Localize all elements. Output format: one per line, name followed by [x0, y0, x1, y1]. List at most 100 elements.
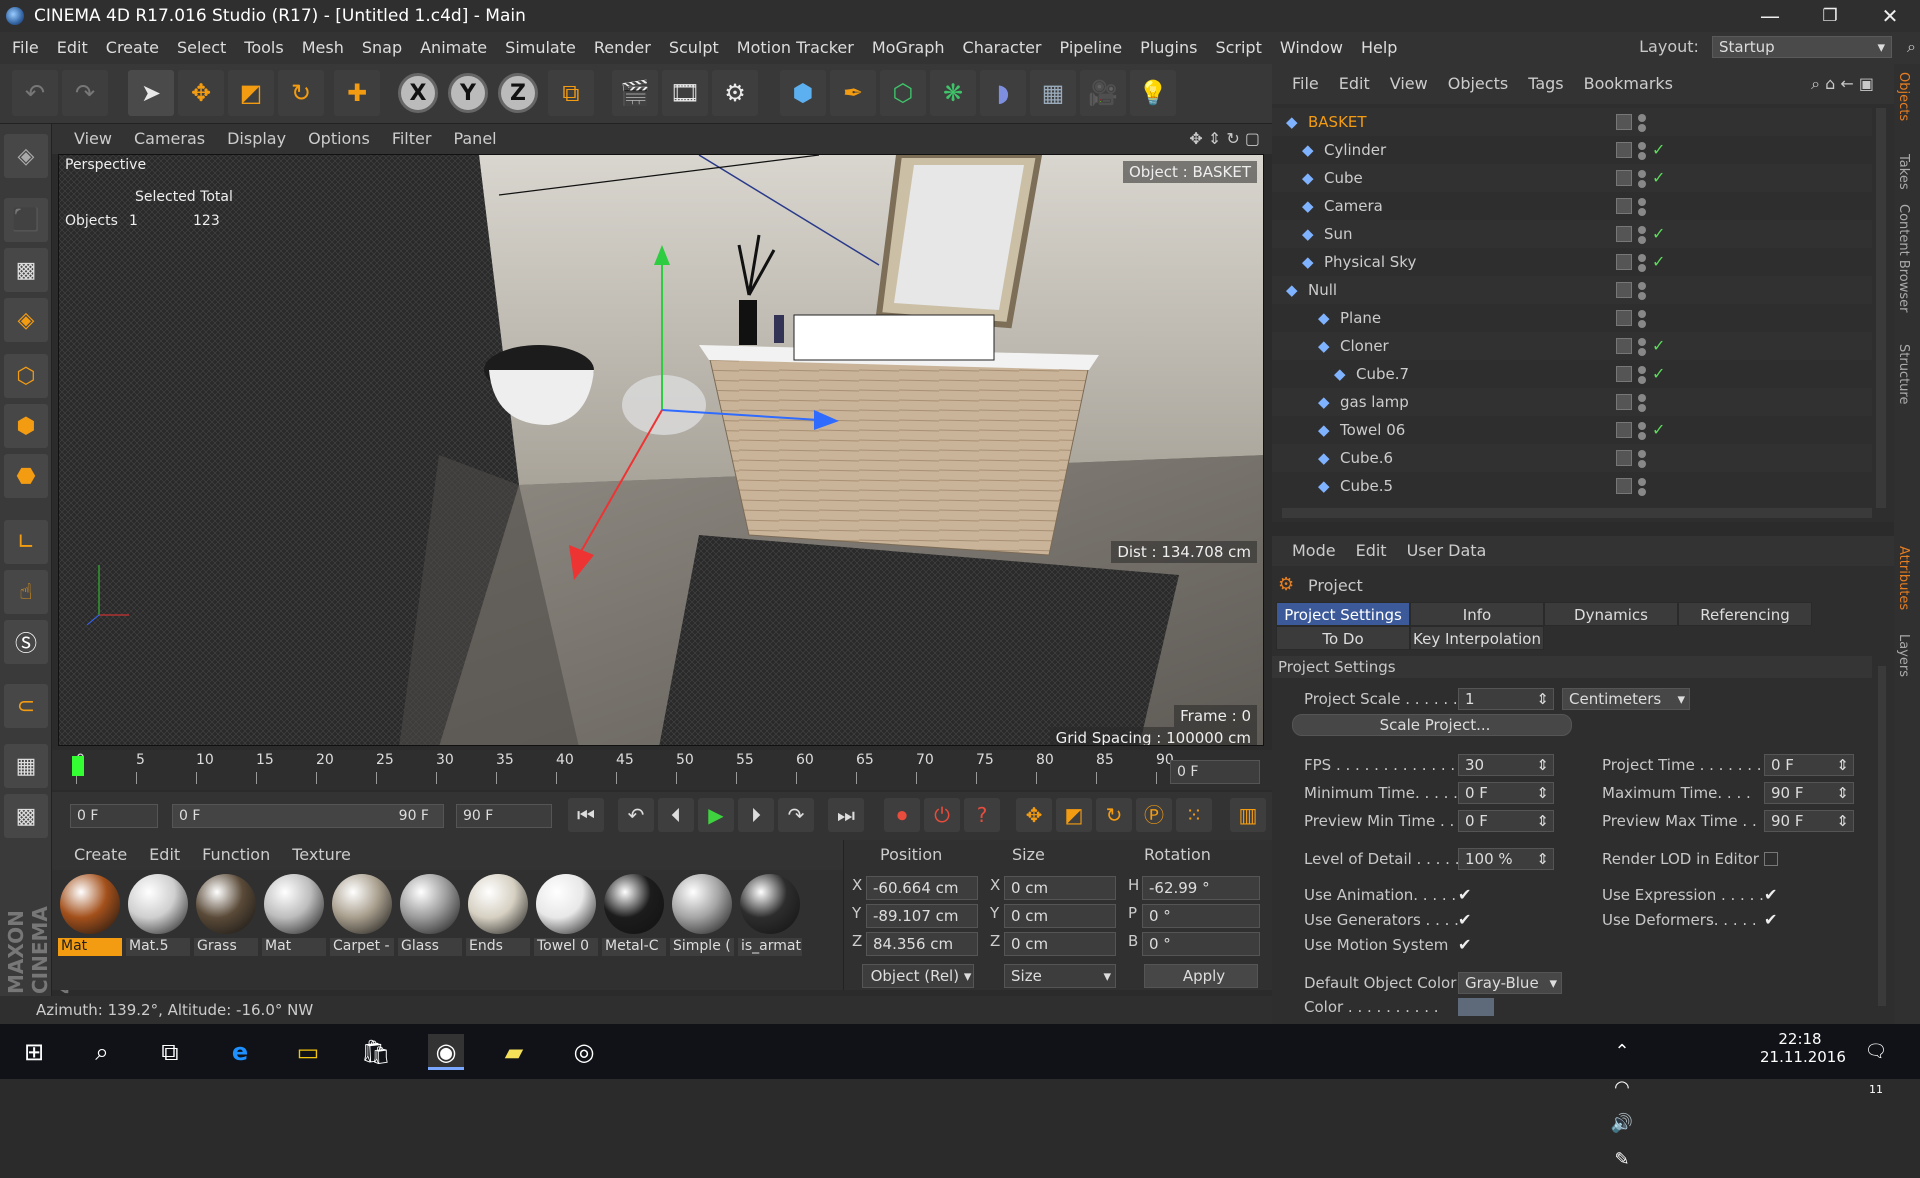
editor-visibility-dot[interactable]	[1638, 450, 1646, 458]
unit-dropdown[interactable]: Centimeters ▾	[1562, 688, 1690, 710]
layer-checkbox[interactable]	[1616, 198, 1632, 214]
render-visibility-dot[interactable]	[1638, 376, 1646, 384]
key-scale-icon[interactable]: ◩	[1056, 798, 1092, 832]
cube-primitive-icon[interactable]: ⬢	[780, 70, 826, 116]
viewport-nav-icons[interactable]: ✥ ⇕ ↻ ▢	[1189, 124, 1260, 154]
tab-info[interactable]: Info	[1410, 602, 1544, 626]
material-swatch[interactable]: Simple (	[670, 872, 734, 956]
size-field[interactable]: 0 cm	[1004, 904, 1116, 928]
undo-icon[interactable]: ↶	[12, 70, 58, 116]
use-deformers-checkbox[interactable]: ✔	[1764, 912, 1780, 928]
autokeying-icon[interactable]: ⏻	[924, 798, 960, 832]
go-to-start-icon[interactable]: ⏮	[568, 798, 604, 832]
object-manager-nav-icons[interactable]: ⌕ ⌂ ← ▣	[1811, 64, 1874, 104]
edges-mode-icon[interactable]: ⬢	[4, 404, 48, 448]
viewport-menu-filter[interactable]: Filter	[392, 129, 432, 148]
obj-menu-file[interactable]: File	[1292, 74, 1319, 93]
editor-visibility-dot[interactable]	[1638, 366, 1646, 374]
attribute-scrollbar[interactable]	[1878, 666, 1886, 1006]
pen-spline-icon[interactable]: ✒	[830, 70, 876, 116]
editor-visibility-dot[interactable]	[1638, 282, 1646, 290]
fps-field[interactable]: 30 ⇕	[1458, 754, 1554, 776]
project-time-field[interactable]: 0 F ⇕	[1764, 754, 1854, 776]
obj-menu-view[interactable]: View	[1390, 74, 1428, 93]
menu-select[interactable]: Select	[177, 38, 226, 57]
material-menu-edit[interactable]: Edit	[149, 845, 180, 864]
search-icon[interactable]: ⌕	[1907, 36, 1916, 58]
render-visibility-dot[interactable]	[1638, 292, 1646, 300]
object-name[interactable]: Physical Sky	[1324, 248, 1416, 276]
menu-script[interactable]: Script	[1215, 38, 1261, 57]
use-expression-checkbox[interactable]: ✔	[1764, 887, 1780, 903]
render-visibility-dot[interactable]	[1638, 348, 1646, 356]
layer-checkbox[interactable]	[1616, 338, 1632, 354]
next-frame-icon[interactable]: ⏵	[738, 798, 774, 832]
world-coordinate-icon[interactable]: ⧉	[548, 70, 594, 116]
side-tab-layers[interactable]: Layers	[1896, 634, 1911, 677]
menu-sculpt[interactable]: Sculpt	[669, 38, 719, 57]
render-visibility-dot[interactable]	[1638, 404, 1646, 412]
object-row[interactable]: ◆ Null	[1272, 276, 1872, 304]
minimize-button[interactable]: —	[1740, 0, 1800, 32]
rotate-icon[interactable]: ↻	[278, 70, 324, 116]
material-swatch[interactable]: Mat	[262, 872, 326, 956]
render-settings-icon[interactable]: ⚙	[712, 70, 758, 116]
editor-visibility-dot[interactable]	[1638, 478, 1646, 486]
editor-visibility-dot[interactable]	[1638, 198, 1646, 206]
tab-project-settings[interactable]: Project Settings	[1276, 602, 1410, 626]
end-frame-field[interactable]: 90 F	[456, 804, 552, 828]
side-tab-attributes[interactable]: Attributes	[1896, 546, 1911, 610]
scale-project-button[interactable]: Scale Project...	[1292, 714, 1572, 736]
enabled-check-icon[interactable]: ✓	[1652, 248, 1665, 276]
viewport-menu-cameras[interactable]: Cameras	[134, 129, 205, 148]
layer-checkbox[interactable]	[1616, 422, 1632, 438]
object-row[interactable]: ◆ Camera	[1272, 192, 1872, 220]
keyframe-selection-icon[interactable]: ?	[964, 798, 1000, 832]
preview-max-time-field[interactable]: 90 F ⇕	[1764, 810, 1854, 832]
layer-checkbox[interactable]	[1616, 394, 1632, 410]
layer-checkbox[interactable]	[1616, 226, 1632, 242]
next-key-icon[interactable]: ↷	[778, 798, 814, 832]
object-row[interactable]: ◆ Cube ✓	[1272, 164, 1872, 192]
position-field[interactable]: 84.356 cm	[866, 932, 978, 956]
layer-checkbox[interactable]	[1616, 366, 1632, 382]
object-name[interactable]: Cube.6	[1340, 444, 1393, 472]
material-swatch[interactable]: Towel 0	[534, 872, 598, 956]
object-row[interactable]: ◆ Towel 06 ✓	[1272, 416, 1872, 444]
floor-scene-icon[interactable]: ▦	[1030, 70, 1076, 116]
deformer-icon[interactable]: ◗	[980, 70, 1026, 116]
use-motion-system-checkbox[interactable]: ✔	[1458, 937, 1474, 953]
menu-motion-tracker[interactable]: Motion Tracker	[737, 38, 854, 57]
object-vertical-scrollbar[interactable]	[1876, 108, 1886, 508]
enabled-check-icon[interactable]: ✓	[1652, 416, 1665, 444]
magnet-icon[interactable]: ⊂	[4, 684, 48, 728]
material-menu-function[interactable]: Function	[202, 845, 270, 864]
editor-visibility-dot[interactable]	[1638, 114, 1646, 122]
render-visibility-dot[interactable]	[1638, 180, 1646, 188]
editor-visibility-dot[interactable]	[1638, 422, 1646, 430]
object-name[interactable]: Cube.7	[1356, 360, 1409, 388]
timeline-window-icon[interactable]: ▥	[1230, 798, 1266, 832]
current-frame-field[interactable]: 0 F	[1170, 760, 1260, 784]
rotation-field[interactable]: 0 °	[1142, 932, 1260, 956]
key-parameter-icon[interactable]: Ⓟ	[1136, 798, 1172, 832]
menu-create[interactable]: Create	[106, 38, 159, 57]
level-of-detail-field[interactable]: 100 % ⇕	[1458, 848, 1554, 870]
object-row[interactable]: ◆ Cylinder ✓	[1272, 136, 1872, 164]
texture-mode-icon[interactable]: ▩	[4, 248, 48, 292]
key-rotation-icon[interactable]: ↻	[1096, 798, 1132, 832]
x-axis-lock-icon[interactable]: X	[398, 73, 438, 113]
render-visibility-dot[interactable]	[1638, 208, 1646, 216]
render-visibility-dot[interactable]	[1638, 460, 1646, 468]
tray-icons[interactable]: ⌃ ◠ 🔊 ✎	[1604, 1034, 1640, 1170]
object-row[interactable]: ◆ Cube.6	[1272, 444, 1872, 472]
previous-key-icon[interactable]: ↶	[618, 798, 654, 832]
layer-checkbox[interactable]	[1616, 142, 1632, 158]
render-visibility-dot[interactable]	[1638, 152, 1646, 160]
enabled-check-icon[interactable]: ✓	[1652, 136, 1665, 164]
material-swatch[interactable]: is_armat	[738, 872, 802, 956]
menu-snap[interactable]: Snap	[362, 38, 402, 57]
attr-menu-user-data[interactable]: User Data	[1407, 541, 1487, 560]
material-menu-create[interactable]: Create	[74, 845, 127, 864]
menu-pipeline[interactable]: Pipeline	[1060, 38, 1123, 57]
